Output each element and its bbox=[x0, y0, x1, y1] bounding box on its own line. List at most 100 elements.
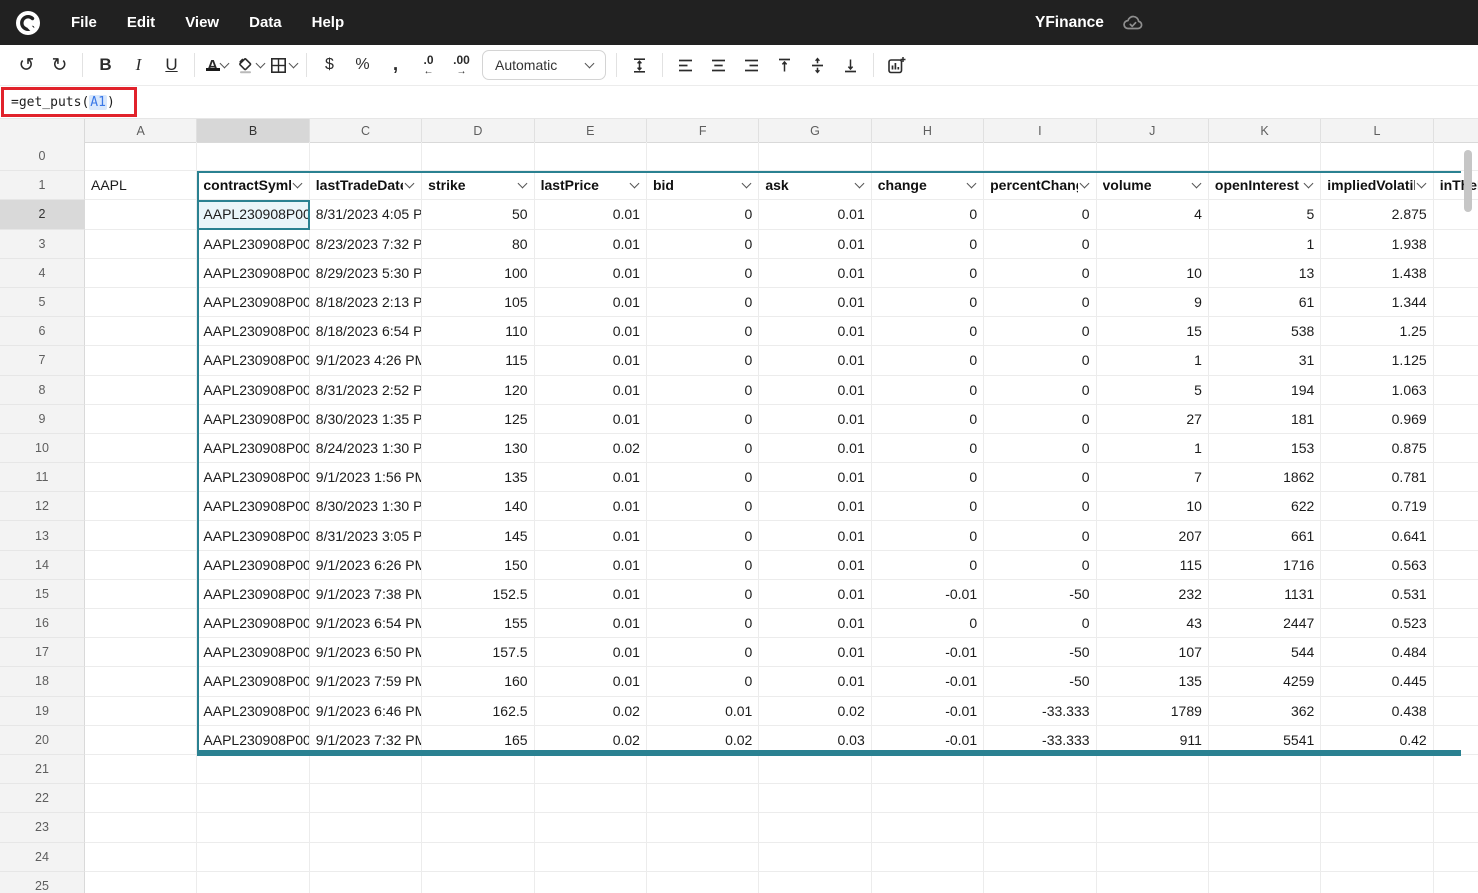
cell[interactable] bbox=[85, 697, 197, 726]
row-header-12[interactable]: 12 bbox=[0, 492, 85, 521]
cell[interactable]: 0.563 bbox=[1321, 551, 1433, 580]
cell[interactable]: 115 bbox=[422, 346, 534, 375]
cell[interactable]: 9/1/2023 6:46 PM bbox=[310, 697, 422, 726]
cell[interactable] bbox=[1434, 872, 1478, 893]
cell[interactable] bbox=[197, 142, 309, 171]
cell[interactable]: 0 bbox=[647, 376, 759, 405]
cell[interactable]: AAPL230908P00150000 bbox=[197, 551, 309, 580]
cell[interactable] bbox=[85, 784, 197, 813]
cell[interactable]: 140 bbox=[422, 492, 534, 521]
cell[interactable]: 0.01 bbox=[535, 551, 647, 580]
cell[interactable] bbox=[535, 784, 647, 813]
cell[interactable] bbox=[1434, 376, 1478, 405]
cell[interactable] bbox=[197, 755, 309, 784]
cell[interactable]: -0.01 bbox=[872, 580, 984, 609]
table-header-cell[interactable]: openInterest bbox=[1209, 171, 1321, 200]
cell[interactable]: 1.938 bbox=[1321, 230, 1433, 259]
cell[interactable]: 9/1/2023 7:59 PM bbox=[310, 667, 422, 696]
cell[interactable] bbox=[1209, 872, 1321, 893]
cell[interactable]: 8/30/2023 1:30 PM bbox=[310, 492, 422, 521]
cell[interactable]: 544 bbox=[1209, 638, 1321, 667]
cell[interactable]: 50 bbox=[422, 200, 534, 229]
cell[interactable] bbox=[872, 813, 984, 842]
cell[interactable]: 5 bbox=[1097, 376, 1209, 405]
cell[interactable]: 0.01 bbox=[759, 230, 871, 259]
cell[interactable] bbox=[647, 843, 759, 872]
formula-input[interactable]: =get_puts(A1) bbox=[1, 87, 137, 117]
row-header-4[interactable]: 4 bbox=[0, 259, 85, 288]
cell[interactable] bbox=[85, 346, 197, 375]
cell[interactable]: AAPL230908P00115000 bbox=[197, 346, 309, 375]
row-header-24[interactable]: 24 bbox=[0, 843, 85, 872]
cell[interactable]: 1789 bbox=[1097, 697, 1209, 726]
cell[interactable]: 43 bbox=[1097, 609, 1209, 638]
cell[interactable] bbox=[984, 755, 1096, 784]
cell[interactable] bbox=[310, 843, 422, 872]
cell[interactable] bbox=[422, 755, 534, 784]
cell[interactable]: 661 bbox=[1209, 521, 1321, 550]
cell[interactable] bbox=[647, 784, 759, 813]
cell[interactable]: -50 bbox=[984, 580, 1096, 609]
cell[interactable] bbox=[85, 755, 197, 784]
app-logo-icon[interactable] bbox=[15, 10, 41, 36]
chevron-down-icon[interactable] bbox=[1304, 178, 1314, 188]
cell[interactable]: 0 bbox=[872, 551, 984, 580]
text-wrap-button[interactable] bbox=[623, 50, 656, 80]
cell[interactable]: 80 bbox=[422, 230, 534, 259]
cell[interactable]: 9/1/2023 6:54 PM bbox=[310, 609, 422, 638]
cell[interactable]: AAPL230908P00135000 bbox=[197, 463, 309, 492]
row-header-22[interactable]: 22 bbox=[0, 784, 85, 813]
cell[interactable] bbox=[422, 142, 534, 171]
row-header-1[interactable]: 1 bbox=[0, 171, 85, 200]
cell[interactable] bbox=[85, 609, 197, 638]
cell[interactable]: 0 bbox=[647, 609, 759, 638]
cell[interactable] bbox=[1434, 580, 1478, 609]
align-left-button[interactable] bbox=[669, 50, 702, 80]
cell[interactable]: 0 bbox=[647, 230, 759, 259]
cell[interactable]: 1 bbox=[1097, 346, 1209, 375]
cell[interactable]: 0.01 bbox=[759, 346, 871, 375]
row-header-3[interactable]: 3 bbox=[0, 230, 85, 259]
cell[interactable] bbox=[535, 843, 647, 872]
bold-button[interactable]: B bbox=[89, 50, 122, 80]
cell[interactable]: 8/29/2023 5:30 PM bbox=[310, 259, 422, 288]
cell[interactable]: 911 bbox=[1097, 726, 1209, 755]
table-header-cell[interactable]: strike bbox=[422, 171, 534, 200]
cell[interactable] bbox=[85, 843, 197, 872]
row-header-6[interactable]: 6 bbox=[0, 317, 85, 346]
cell[interactable]: 110 bbox=[422, 317, 534, 346]
cell[interactable] bbox=[85, 492, 197, 521]
cell[interactable]: 8/23/2023 7:32 PM bbox=[310, 230, 422, 259]
vertical-align-middle-button[interactable] bbox=[801, 50, 834, 80]
chevron-down-icon[interactable] bbox=[1079, 178, 1089, 188]
cell[interactable]: 0 bbox=[872, 609, 984, 638]
cell[interactable] bbox=[984, 142, 1096, 171]
decrease-decimals-button[interactable]: .0← bbox=[412, 50, 445, 80]
cell[interactable]: 120 bbox=[422, 376, 534, 405]
row-header-5[interactable]: 5 bbox=[0, 288, 85, 317]
cell[interactable] bbox=[872, 142, 984, 171]
cell[interactable]: 0.01 bbox=[535, 288, 647, 317]
column-header-E[interactable]: E bbox=[535, 119, 647, 143]
cell[interactable]: 27 bbox=[1097, 405, 1209, 434]
cell[interactable] bbox=[647, 755, 759, 784]
cell[interactable] bbox=[1434, 230, 1478, 259]
cell[interactable]: 0.969 bbox=[1321, 405, 1433, 434]
cell[interactable]: 115 bbox=[1097, 551, 1209, 580]
cell[interactable]: 162.5 bbox=[422, 697, 534, 726]
cell[interactable]: 0 bbox=[872, 200, 984, 229]
cell[interactable]: 0.445 bbox=[1321, 667, 1433, 696]
cell[interactable] bbox=[535, 142, 647, 171]
cell[interactable]: 2447 bbox=[1209, 609, 1321, 638]
undo-button[interactable]: ↺ bbox=[10, 50, 43, 80]
cell[interactable]: 0 bbox=[984, 405, 1096, 434]
redo-button[interactable]: ↻ bbox=[43, 50, 76, 80]
cell[interactable]: 0 bbox=[984, 317, 1096, 346]
increase-decimals-button[interactable]: .00→ bbox=[445, 50, 478, 80]
cell[interactable] bbox=[310, 142, 422, 171]
cell[interactable]: 8/30/2023 1:35 PM bbox=[310, 405, 422, 434]
table-header-cell[interactable]: percentChange bbox=[984, 171, 1096, 200]
cell[interactable] bbox=[759, 142, 871, 171]
vertical-align-top-button[interactable] bbox=[768, 50, 801, 80]
cell[interactable] bbox=[759, 813, 871, 842]
